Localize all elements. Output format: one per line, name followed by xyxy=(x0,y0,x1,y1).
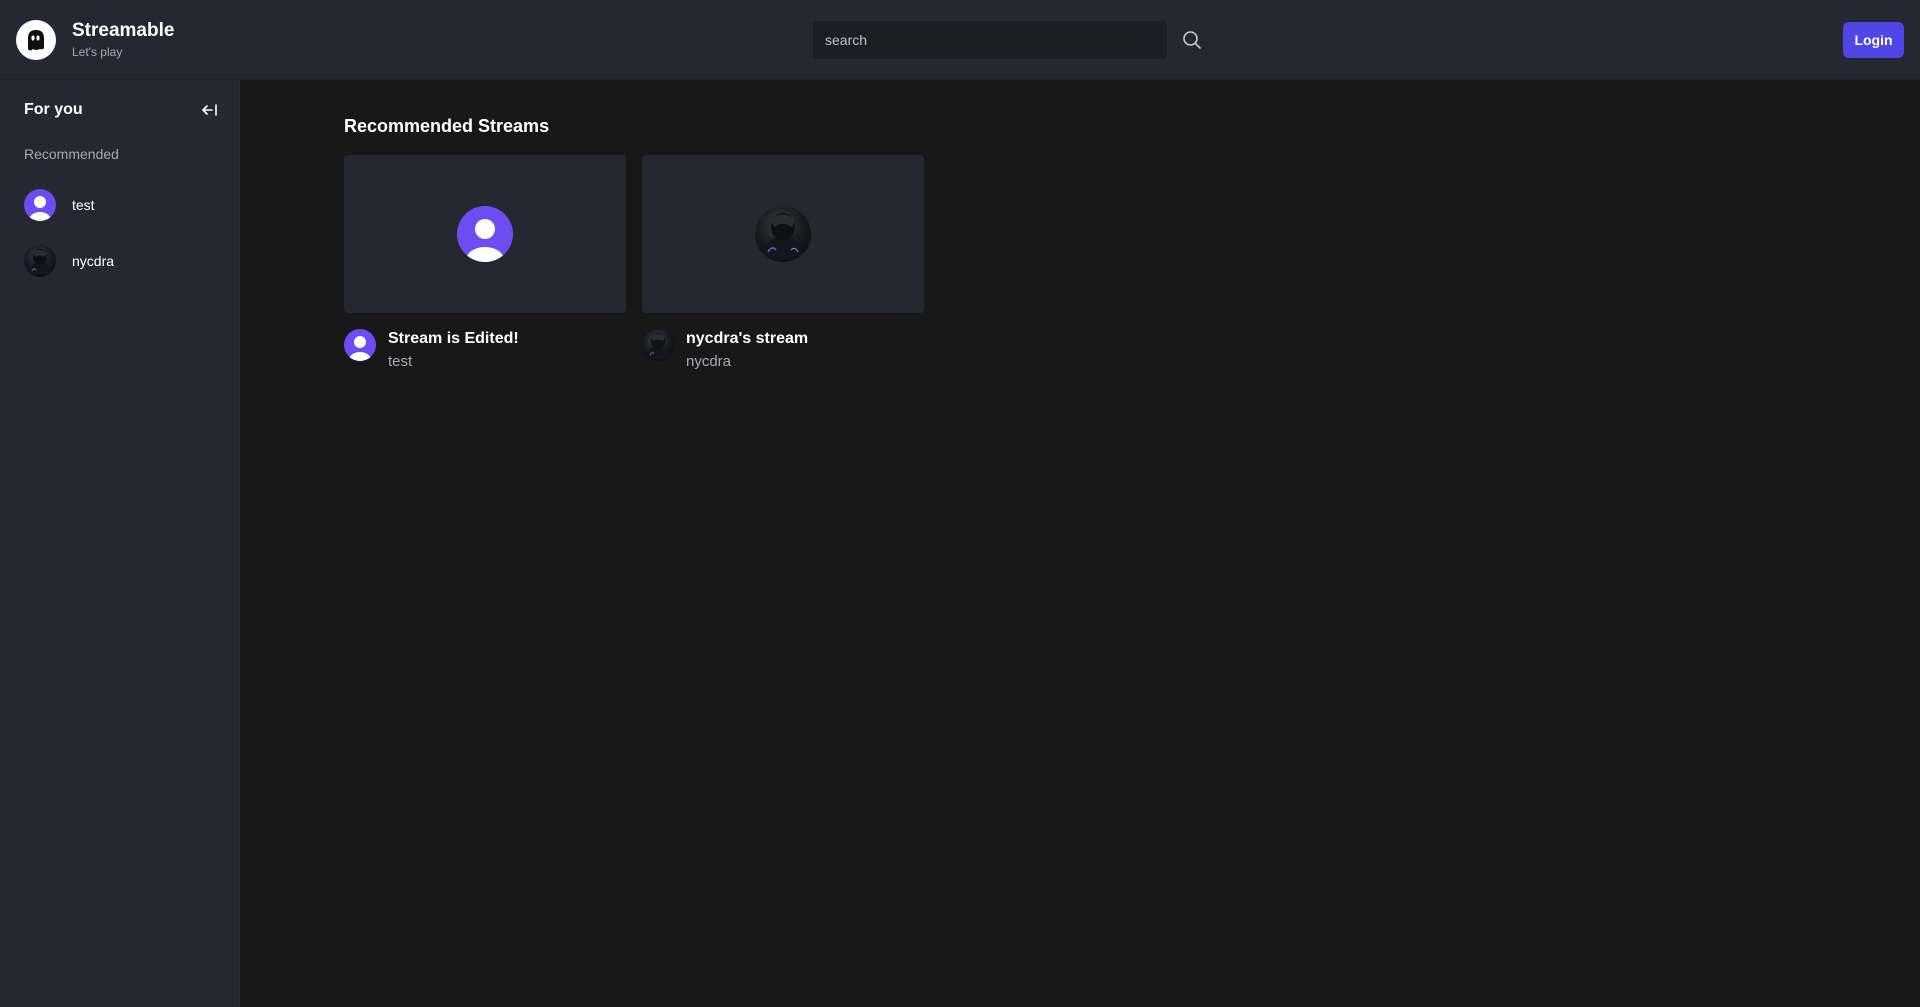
app-name: Streamable xyxy=(72,20,175,41)
sidebar-item-label: test xyxy=(72,197,95,213)
search-input[interactable] xyxy=(813,21,1167,59)
search-bar xyxy=(813,21,1207,59)
sidebar-header: For you xyxy=(24,98,220,122)
top-navbar: Streamable Let's play Login xyxy=(0,0,1920,80)
ghost-logo-icon xyxy=(16,20,56,60)
stream-card[interactable]: Stream is Edited! test xyxy=(344,155,626,371)
stream-username: nycdra xyxy=(686,353,732,370)
sidebar-title: For you xyxy=(24,101,83,118)
dark-portrait-avatar xyxy=(24,245,56,277)
dark-portrait-avatar xyxy=(642,329,674,361)
stream-card[interactable]: nycdra's stream nycdra xyxy=(642,155,924,371)
arrow-left-to-line-icon xyxy=(202,104,217,116)
default-user-avatar xyxy=(457,206,513,262)
stream-thumbnail xyxy=(344,155,626,313)
sidebar: For you Recommended test nycdra xyxy=(0,80,240,1007)
sidebar-item-test[interactable]: test xyxy=(24,185,224,225)
sidebar-item-label: nycdra xyxy=(72,253,115,269)
recommended-streams-heading: Recommended Streams xyxy=(344,116,550,136)
stream-title: Stream is Edited! xyxy=(388,330,519,347)
default-user-avatar xyxy=(24,189,56,221)
stream-username: test xyxy=(388,353,413,370)
stream-title: nycdra's stream xyxy=(686,330,809,347)
default-user-avatar xyxy=(344,329,376,361)
dark-portrait-avatar xyxy=(755,206,811,262)
collapse-sidebar-button[interactable] xyxy=(200,100,220,120)
sidebar-section-label: Recommended xyxy=(24,146,119,162)
login-button[interactable]: Login xyxy=(1843,22,1904,58)
app-tagline: Let's play xyxy=(72,45,123,59)
stream-thumbnail xyxy=(642,155,924,313)
sidebar-item-nycdra[interactable]: nycdra xyxy=(24,241,224,281)
search-button[interactable] xyxy=(1177,25,1207,55)
search-icon xyxy=(1183,31,1201,49)
brand-logo-link[interactable]: Streamable Let's play xyxy=(16,20,174,60)
